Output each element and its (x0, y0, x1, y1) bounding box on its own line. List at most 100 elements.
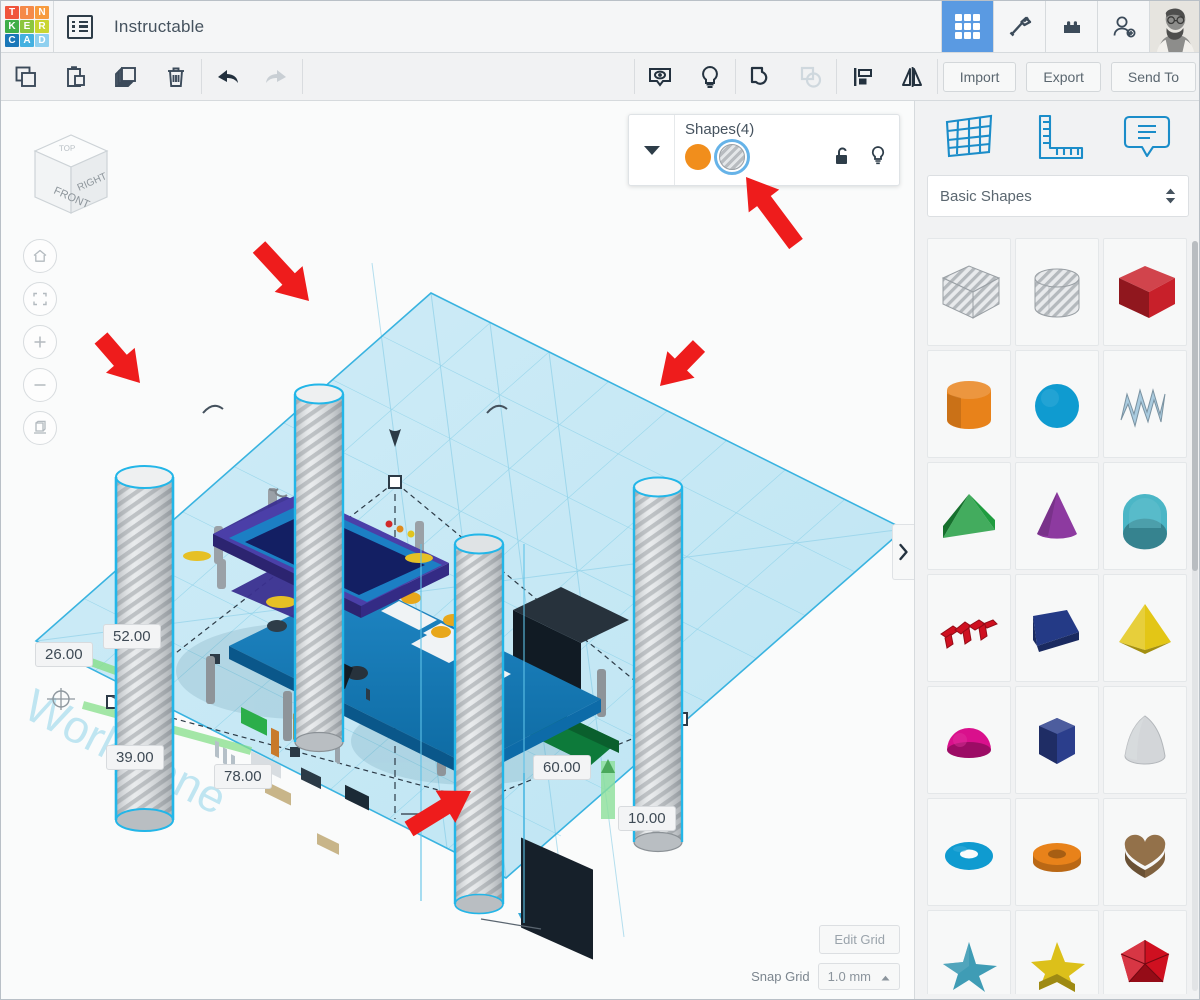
dashboard-grid-icon[interactable] (941, 1, 993, 52)
shape-round-roof[interactable] (1103, 462, 1187, 570)
edit-tool-group (1, 53, 201, 100)
align-tool-group (837, 53, 937, 100)
tab-notes[interactable] (1114, 109, 1180, 165)
unlocked-padlock-icon[interactable] (834, 146, 851, 171)
library-scrollbar[interactable] (1192, 241, 1198, 991)
top-header-bar: TIN KER CAD Instructable (1, 1, 1199, 53)
shape-star-thin[interactable] (927, 910, 1011, 994)
viewcube-top-label: TOP (59, 144, 75, 153)
shapes-library-panel: Basic Shapes (914, 101, 1199, 999)
shape-torus[interactable] (927, 798, 1011, 906)
shape-library-grid (927, 238, 1190, 994)
edit-grid-button[interactable]: Edit Grid (819, 925, 900, 954)
extrude-up-arrow (601, 759, 615, 819)
snap-grid-label: Snap Grid (751, 969, 810, 984)
view-nav-buttons (23, 239, 57, 445)
shape-dodecahedron[interactable] (1103, 910, 1187, 994)
add-person-icon[interactable] (1097, 1, 1149, 52)
zoom-out-button[interactable] (23, 368, 57, 402)
3d-scene: Workplane (16, 262, 906, 960)
logo-tile-n: N (35, 5, 49, 19)
3d-workspace-canvas[interactable]: Workplane (1, 101, 914, 999)
dimension-10[interactable]: 10.00 (618, 806, 676, 831)
zoom-in-button[interactable] (23, 325, 57, 359)
paste-icon[interactable] (51, 53, 101, 100)
tinkercad-app: TINKERCAD Instructable Import Export Sen… (0, 0, 1200, 1000)
dimension-52[interactable]: 52.00 (103, 624, 161, 649)
export-button[interactable]: Export (1026, 61, 1101, 92)
view-cube[interactable]: FRONT RIGHT TOP (23, 129, 115, 225)
logo-tile-r: R (35, 19, 49, 34)
cylinder-hole-back (293, 383, 345, 753)
shape-cone[interactable] (1015, 462, 1099, 570)
shape-paraboloid[interactable] (1103, 686, 1187, 794)
ungroup-shape-icon[interactable] (786, 53, 836, 100)
view-tool-group (635, 53, 735, 100)
snap-grid-value: 1.0 mm (827, 969, 871, 984)
chevron-up-icon (881, 969, 890, 984)
shape-pyramid[interactable] (1103, 574, 1187, 682)
delete-trash-icon[interactable] (151, 53, 201, 100)
light-bulb-icon[interactable] (869, 145, 887, 171)
tinkercad-logo[interactable]: TIN KER CAD (1, 1, 53, 52)
shapes-inspector-panel: Shapes(4) (628, 114, 900, 186)
hole-swatch[interactable] (714, 139, 750, 175)
shape-box-hole[interactable] (927, 238, 1011, 346)
shape-heart[interactable] (1103, 798, 1187, 906)
shape-category-value: Basic Shapes (940, 187, 1032, 205)
cylinder-hole-front (453, 533, 505, 915)
logo-tile-k: K (5, 19, 19, 34)
shape-category-select[interactable]: Basic Shapes (927, 175, 1189, 217)
dimension-26[interactable]: 26.00 (35, 642, 93, 667)
mirror-flip-icon[interactable] (887, 53, 937, 100)
shape-polygon[interactable] (1015, 686, 1099, 794)
cylinder-hole-right (632, 476, 684, 853)
panel-collapse-handle[interactable] (892, 524, 914, 580)
duplicate-icon[interactable] (101, 53, 151, 100)
shape-cylinder[interactable] (927, 350, 1011, 458)
shape-sphere[interactable] (1015, 350, 1099, 458)
list-menu-icon[interactable] (54, 1, 106, 52)
import-button[interactable]: Import (942, 61, 1017, 92)
tab-ruler[interactable] (1025, 109, 1091, 165)
send-to-button[interactable]: Send To (1110, 61, 1196, 92)
divider (936, 59, 938, 94)
home-view-button[interactable] (23, 239, 57, 273)
align-icon[interactable] (837, 53, 887, 100)
dimension-60[interactable]: 60.00 (533, 755, 591, 780)
logo-tile-i: I (20, 5, 34, 19)
blocks-brick-icon[interactable] (1045, 1, 1097, 52)
shape-roof[interactable] (927, 462, 1011, 570)
solid-color-swatch[interactable] (685, 144, 711, 170)
group-shape-icon[interactable] (736, 53, 786, 100)
copy-icon[interactable] (1, 53, 51, 100)
header-actions (941, 1, 1199, 52)
ortho-perspective-button[interactable] (23, 411, 57, 445)
logo-tile-c: C (5, 34, 19, 48)
collapse-caret-icon[interactable] (629, 115, 675, 185)
undo-arrow-icon[interactable] (202, 53, 252, 100)
stepper-icon (1165, 188, 1176, 204)
shape-text[interactable] (927, 574, 1011, 682)
tab-workplane[interactable] (936, 109, 1002, 165)
shapes-count-label: Shapes(4) (685, 121, 755, 138)
avatar[interactable] (1149, 1, 1199, 52)
logo-tile-d: D (35, 34, 49, 48)
dimension-78[interactable]: 78.00 (214, 764, 272, 789)
tinker-hammer-icon[interactable] (993, 1, 1045, 52)
snap-grid-select[interactable]: 1.0 mm (817, 963, 900, 990)
shape-wedge[interactable] (1015, 574, 1099, 682)
show-hide-eye-icon[interactable] (635, 53, 685, 100)
shape-scribble[interactable] (1103, 350, 1187, 458)
page-title: Instructable (114, 16, 205, 36)
dimension-39[interactable]: 39.00 (106, 745, 164, 770)
redo-arrow-icon[interactable] (252, 53, 302, 100)
shape-star[interactable] (1015, 910, 1099, 994)
light-bulb-icon[interactable] (685, 53, 735, 100)
shape-box[interactable] (1103, 238, 1187, 346)
fit-all-button[interactable] (23, 282, 57, 316)
shape-half-sphere[interactable] (927, 686, 1011, 794)
shape-cylinder-hole[interactable] (1015, 238, 1099, 346)
shape-tube[interactable] (1015, 798, 1099, 906)
